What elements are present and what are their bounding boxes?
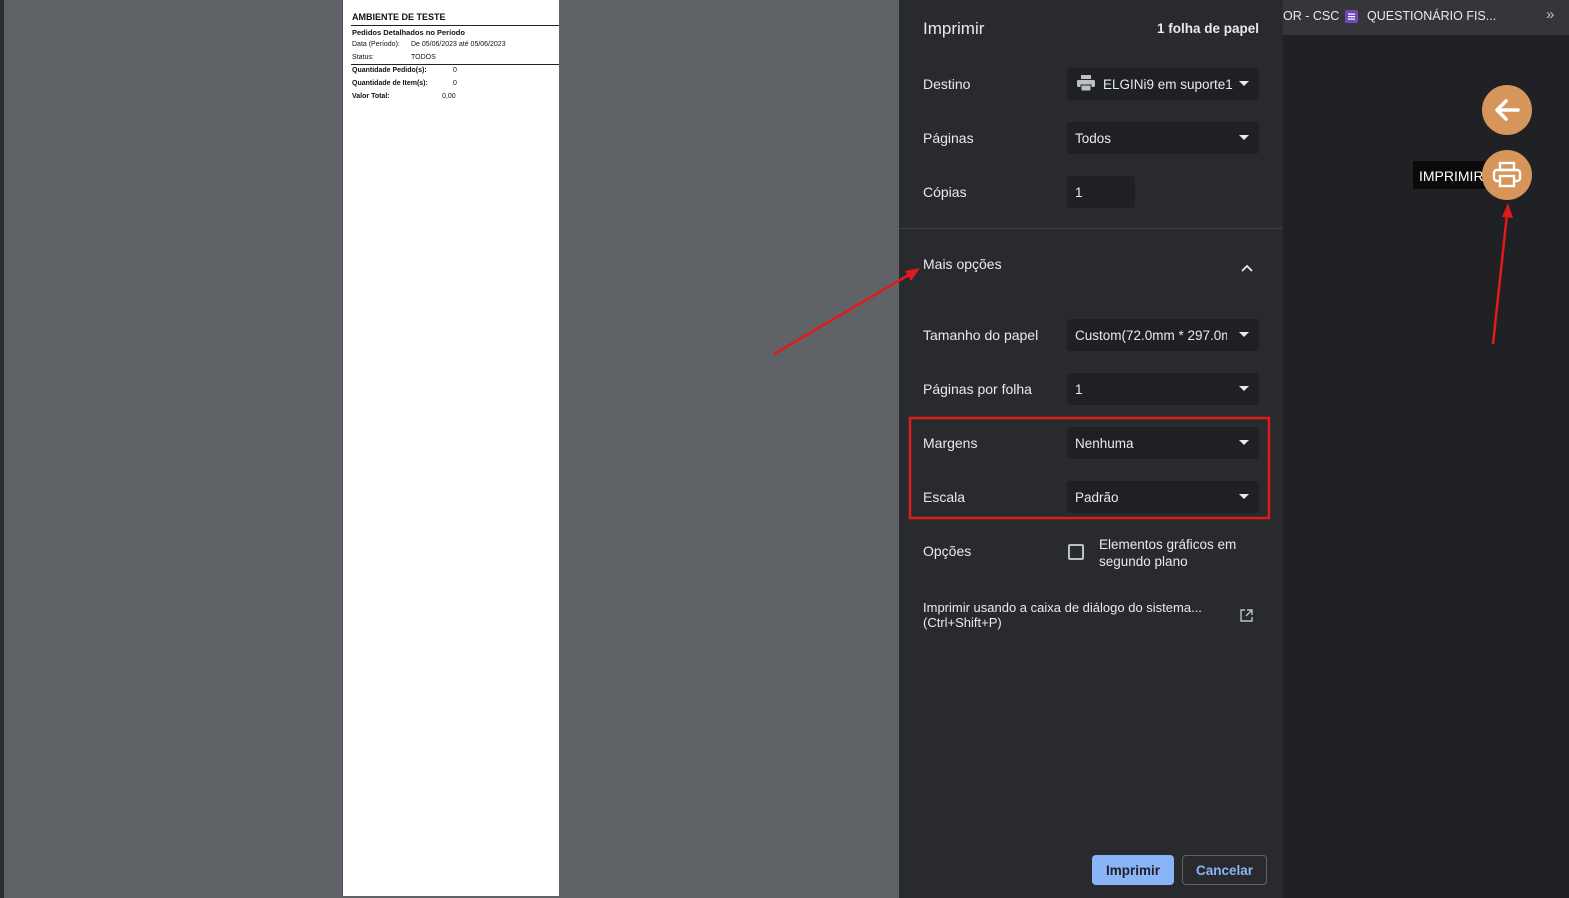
preview-field-value: TODOS bbox=[411, 54, 436, 61]
copies-value: 1 bbox=[1075, 184, 1083, 200]
margins-value: Nenhuma bbox=[1075, 435, 1134, 451]
preview-title: AMBIENTE DE TESTE bbox=[352, 12, 446, 22]
section-divider bbox=[899, 228, 1283, 229]
chevron-down-icon bbox=[1239, 135, 1249, 140]
chevron-down-icon bbox=[1239, 386, 1249, 391]
print-title: Imprimir bbox=[923, 19, 985, 38]
background-graphics-checkbox[interactable] bbox=[1068, 544, 1084, 560]
bookmark-item[interactable]: QUESTIONÁRIO FIS... bbox=[1367, 9, 1496, 23]
options-label: Opções bbox=[923, 543, 972, 559]
pages-value: Todos bbox=[1075, 130, 1112, 146]
pages-label: Páginas bbox=[923, 130, 974, 146]
preview-page: AMBIENTE DE TESTE Pedidos Detalhados no … bbox=[342, 0, 559, 896]
back-button[interactable] bbox=[1482, 85, 1532, 135]
chevron-down-icon bbox=[1239, 440, 1249, 445]
background-graphics-label-line: Elementos gráficos em bbox=[1099, 537, 1237, 552]
preview-total-value: 0,00 bbox=[442, 93, 456, 100]
print-settings-panel: Imprimir 1 folha de papel Destino ELGINi… bbox=[899, 0, 1283, 898]
preview-divider bbox=[351, 64, 559, 65]
bookmarks-overflow-icon[interactable]: » bbox=[1546, 6, 1554, 23]
chevron-down-icon bbox=[1239, 332, 1249, 337]
scale-value: Padrão bbox=[1075, 489, 1119, 505]
paper-size-label: Tamanho do papel bbox=[923, 327, 1039, 343]
arrow-left-icon bbox=[1495, 99, 1520, 121]
app-background bbox=[1283, 0, 1569, 898]
background-graphics-label: Elementos gráficos em segundo plano bbox=[1099, 536, 1236, 570]
background-graphics-label-line: segundo plano bbox=[1099, 554, 1188, 569]
printer-icon bbox=[1077, 74, 1095, 94]
chevron-up-icon[interactable] bbox=[1241, 259, 1253, 277]
print-fab-button[interactable] bbox=[1482, 150, 1532, 200]
system-dialog-shortcut: (Ctrl+Shift+P) bbox=[923, 615, 1002, 630]
print-tooltip: IMPRIMIR bbox=[1413, 161, 1490, 189]
destination-value: ELGINi9 em suporte1 bbox=[1103, 76, 1233, 92]
pages-per-sheet-select[interactable]: 1 bbox=[1067, 373, 1259, 405]
preview-field-label: Data (Período): bbox=[352, 41, 400, 48]
sheet-count: 1 folha de papel bbox=[1156, 21, 1259, 36]
open-in-new-icon[interactable] bbox=[1240, 609, 1253, 627]
preview-total-label: Valor Total: bbox=[352, 93, 390, 100]
pages-select[interactable]: Todos bbox=[1067, 122, 1259, 154]
margins-select[interactable]: Nenhuma bbox=[1067, 427, 1259, 459]
paper-size-value: Custom(72.0mm * 297.0mm) bbox=[1075, 327, 1227, 343]
preview-total-value: 0 bbox=[453, 80, 457, 87]
scale-label: Escala bbox=[923, 489, 966, 505]
system-dialog-text: Imprimir usando a caixa de diálogo do si… bbox=[923, 600, 1202, 615]
bookmarks-bar: OR - CSC QUESTIONÁRIO FIS... » bbox=[1283, 0, 1569, 35]
preview-field-value: De 05/06/2023 até 05/06/2023 bbox=[411, 41, 506, 48]
printer-icon bbox=[1492, 161, 1522, 188]
paper-size-select[interactable]: Custom(72.0mm * 297.0mm) bbox=[1067, 319, 1259, 351]
pages-per-sheet-label: Páginas por folha bbox=[923, 381, 1032, 397]
print-button[interactable]: Imprimir bbox=[1092, 855, 1174, 885]
preview-total-label: Quantidade de Item(s): bbox=[352, 80, 428, 87]
copies-label: Cópias bbox=[923, 184, 967, 200]
pages-per-sheet-value: 1 bbox=[1075, 381, 1083, 397]
margins-label: Margens bbox=[923, 435, 978, 451]
preview-total-label: Quantidade Pedido(s): bbox=[352, 67, 427, 74]
system-dialog-link[interactable]: Imprimir usando a caixa de diálogo do si… bbox=[923, 600, 1202, 630]
form-icon bbox=[1345, 10, 1358, 23]
chevron-down-icon bbox=[1239, 494, 1249, 499]
bookmark-item[interactable]: OR - CSC bbox=[1283, 9, 1339, 23]
more-options-toggle[interactable]: Mais opções bbox=[923, 256, 1002, 272]
scale-select[interactable]: Padrão bbox=[1067, 481, 1259, 513]
destination-select[interactable]: ELGINi9 em suporte1 bbox=[1067, 68, 1259, 100]
preview-field-label: Status: bbox=[352, 54, 374, 61]
chevron-down-icon bbox=[1239, 81, 1249, 86]
preview-divider bbox=[351, 25, 559, 26]
cancel-button[interactable]: Cancelar bbox=[1182, 855, 1267, 885]
copies-input[interactable]: 1 bbox=[1067, 176, 1135, 208]
preview-total-value: 0 bbox=[453, 67, 457, 74]
preview-subtitle: Pedidos Detalhados no Período bbox=[352, 28, 465, 37]
destination-label: Destino bbox=[923, 76, 971, 92]
